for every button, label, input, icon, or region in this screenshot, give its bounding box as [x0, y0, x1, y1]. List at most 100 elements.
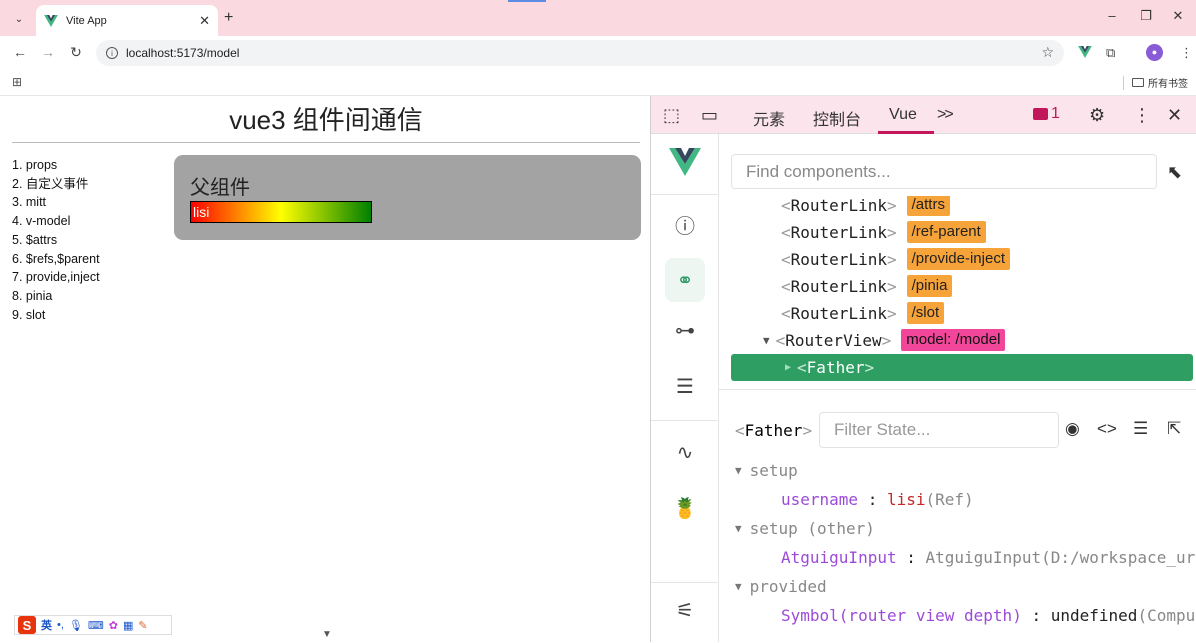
nav-link-slot[interactable]: 9. slot — [12, 306, 100, 325]
sogou-logo-icon: S — [18, 616, 36, 634]
router-icon[interactable]: ∿ — [671, 438, 699, 466]
component-tree-icon[interactable]: ⊶ — [671, 316, 699, 344]
open-in-editor-icon[interactable]: ⇱ — [1167, 419, 1181, 439]
address-bar[interactable]: i localhost:5173/model ☆ — [96, 40, 1064, 66]
tab-console[interactable]: 控制台 — [813, 106, 861, 130]
more-tabs-icon[interactable]: >> — [937, 106, 954, 124]
nav-link-mitt[interactable]: 3. mitt — [12, 193, 100, 212]
state-section-header[interactable]: ▼ setup (other) — [735, 516, 875, 540]
inspect-element-icon[interactable]: ⬚ — [663, 105, 680, 126]
route-tag: /provide-inject — [906, 248, 1010, 270]
state-entry[interactable]: Symbol(router view depth) : undefined (C… — [781, 603, 1195, 627]
ime-toolbar[interactable]: S 英 •, 🎙 ⌨ ✿ ▦ ✎ — [14, 615, 172, 635]
all-bookmarks-button[interactable]: 所有书签 — [1132, 75, 1188, 90]
reload-icon[interactable]: ↻ — [66, 44, 86, 61]
apps-grid-icon[interactable]: ⊞ — [12, 75, 22, 89]
devtools-menu-icon[interactable]: ⋮ — [1133, 105, 1151, 126]
nav-list: 1. props 2. 自定义事件 3. mitt 4. v-model 5. … — [12, 156, 100, 324]
tree-row[interactable]: < RouterLink > /provide-inject — [719, 246, 1196, 272]
tab-close-icon[interactable]: ✕ — [199, 13, 210, 29]
restore-icon[interactable]: ❐ — [1136, 8, 1156, 24]
window-close-icon[interactable]: ✕ — [1168, 8, 1188, 24]
address-url: localhost:5173/model — [126, 46, 240, 60]
scroll-down-icon[interactable]: ▼ — [318, 629, 336, 643]
profile-avatar[interactable]: ● — [1146, 44, 1163, 61]
tree-row[interactable]: < RouterLink > /attrs — [719, 196, 1196, 218]
code-icon[interactable]: <> — [1097, 419, 1117, 439]
tree-row-router-view[interactable]: ▼ < RouterView > model: /model — [719, 327, 1196, 353]
scroll-to-component-icon[interactable]: ☰ — [1133, 419, 1148, 439]
nav-link-provide-inject[interactable]: 7. provide,inject — [12, 268, 100, 287]
vue-logo-icon — [44, 14, 58, 27]
find-components-input[interactable]: Find components... — [731, 154, 1157, 189]
selected-component-header: < Father > — [735, 420, 813, 440]
tab-vue[interactable]: Vue — [889, 106, 917, 124]
timeline-icon[interactable]: ☰ — [671, 372, 699, 400]
collapse-arrow-icon[interactable]: ▼ — [735, 464, 742, 477]
state-entry[interactable]: username : lisi (Ref) — [781, 487, 974, 511]
components-icon[interactable]: ⚭ — [665, 258, 705, 302]
route-tag: /attrs — [906, 196, 950, 216]
state-entry[interactable]: AtguiguInput : AtguiguInput(D:/workspace… — [781, 545, 1195, 569]
ime-keyboard-icon[interactable]: ⌨ — [88, 619, 104, 632]
nav-link-custom-event[interactable]: 2. 自定义事件 — [12, 175, 100, 194]
collapse-arrow-icon[interactable]: ▼ — [735, 580, 742, 593]
sidebar-divider — [651, 194, 719, 195]
tab-elements[interactable]: 元素 — [753, 106, 785, 130]
nav-link-pinia[interactable]: 8. pinia — [12, 287, 100, 306]
browser-tab[interactable]: Vite App ✕ — [36, 5, 218, 36]
devtools-settings-icon[interactable]: ⚟ — [671, 596, 699, 624]
new-tab-icon[interactable]: + — [224, 9, 233, 27]
extensions-puzzle-icon[interactable]: ⧉ — [1106, 45, 1115, 61]
minimize-icon[interactable]: – — [1102, 8, 1122, 23]
collapse-arrow-icon[interactable]: ▼ — [735, 522, 742, 535]
nav-link-attrs[interactable]: 5. $attrs — [12, 231, 100, 250]
pinia-icon[interactable]: 🍍 — [671, 494, 699, 522]
ime-skin-icon[interactable]: ✿ — [109, 619, 118, 632]
nav-link-refs-parent[interactable]: 6. $refs,$parent — [12, 250, 100, 269]
filter-state-input[interactable]: Filter State... — [819, 412, 1059, 448]
vue-logo-icon — [669, 148, 701, 176]
page-title: vue3 组件间通信 — [229, 105, 423, 135]
expand-arrow-icon[interactable]: ▶ — [785, 362, 791, 373]
tree-row[interactable]: < RouterLink > /ref-parent — [719, 219, 1196, 245]
browser-menu-icon[interactable]: ⋮ — [1180, 45, 1193, 61]
username-input[interactable]: lisi — [190, 201, 372, 223]
issues-icon — [1033, 108, 1048, 120]
nav-link-v-model[interactable]: 4. v-model — [12, 212, 100, 231]
devtools-close-icon[interactable]: ✕ — [1167, 105, 1182, 126]
back-arrow-icon[interactable]: ← — [10, 44, 30, 60]
panel-divider — [719, 389, 1196, 390]
device-toolbar-icon[interactable]: ▭ — [701, 105, 718, 126]
forward-arrow-icon[interactable]: → — [38, 44, 58, 60]
ime-punct-label[interactable]: •, — [57, 619, 64, 631]
tree-row-selected[interactable]: ▶ < Father > — [731, 354, 1193, 381]
bookmarks-divider — [1123, 76, 1124, 90]
nav-link-props[interactable]: 1. props — [12, 156, 100, 175]
bookmark-star-icon[interactable]: ☆ — [1041, 44, 1054, 61]
tab-search-chevron-icon[interactable]: ⌄ — [8, 9, 30, 29]
tree-row[interactable]: < RouterLink > /slot — [719, 300, 1196, 326]
state-section-header[interactable]: ▼ setup — [735, 458, 798, 482]
tab-title: Vite App — [66, 14, 107, 27]
browser-toolbar: ← → ↻ i localhost:5173/model ☆ ⧉ ● ⋮ — [0, 36, 1196, 70]
vue-devtools-extension-icon[interactable] — [1078, 46, 1092, 58]
tab-bar: ⌄ Vite App ✕ + – ❐ ✕ — [0, 0, 1196, 36]
site-info-icon[interactable]: i — [106, 47, 118, 59]
info-icon[interactable]: ⓘ — [671, 210, 699, 238]
tree-row[interactable]: < RouterLink > /pinia — [719, 273, 1196, 299]
devtools-panel: ⬚ ▭ 元素 控制台 Vue >> 1 ⚙ ⋮ ✕ ⓘ ⚭ ⊶ ☰ ∿ 🍍 ⚟ … — [650, 96, 1196, 642]
inspect-dom-icon[interactable]: ◉ — [1065, 419, 1080, 439]
select-component-icon[interactable]: ⬉ — [1167, 162, 1182, 183]
issues-button[interactable]: 1 — [1033, 105, 1060, 123]
parent-title: 父组件 — [190, 177, 250, 199]
collapse-arrow-icon[interactable]: ▼ — [763, 334, 770, 347]
ime-lang-label[interactable]: 英 — [41, 617, 52, 633]
settings-gear-icon[interactable]: ⚙ — [1089, 105, 1105, 126]
ime-mic-icon[interactable]: 🎙 — [69, 619, 83, 632]
ime-brush-icon[interactable]: ✎ — [138, 619, 147, 632]
ime-grid-icon[interactable]: ▦ — [123, 619, 133, 632]
issues-count: 1 — [1051, 105, 1060, 122]
state-section-header[interactable]: ▼ provided — [735, 574, 827, 598]
sidebar-divider — [651, 582, 719, 583]
